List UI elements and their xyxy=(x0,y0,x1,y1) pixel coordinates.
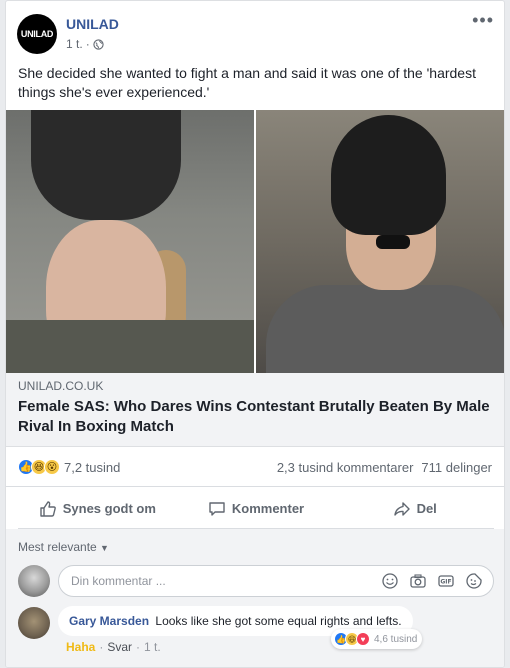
post-meta: 1 t. · xyxy=(66,37,104,51)
comment-reply-link[interactable]: Svar xyxy=(107,640,132,654)
comment-sort-label: Mest relevante xyxy=(18,540,97,554)
post-header: UNILAD UNILAD 1 t. · ••• xyxy=(6,1,504,59)
reaction-count: 7,2 tusind xyxy=(64,459,121,475)
share-button[interactable]: Del xyxy=(335,489,494,528)
comment-input-placeholder: Din kommentar ... xyxy=(71,574,166,588)
headgear-shape xyxy=(331,115,446,235)
share-button-label: Del xyxy=(416,501,437,516)
comment-author-avatar[interactable] xyxy=(18,607,50,639)
photo-woman-headgear xyxy=(254,110,504,373)
comment-icon xyxy=(209,501,225,516)
share-count[interactable]: 711 delinger xyxy=(421,460,492,475)
post-time[interactable]: 1 t. xyxy=(66,37,83,51)
coat-shape xyxy=(6,320,254,373)
link-image[interactable] xyxy=(6,110,504,373)
page-name-link[interactable]: UNILAD xyxy=(66,16,119,32)
page-avatar[interactable]: UNILAD xyxy=(17,14,57,54)
link-domain: UNILAD.CO.UK xyxy=(18,379,104,393)
reactions-summary[interactable]: 👍 😆 😮 7,2 tusind xyxy=(18,459,120,475)
comment-actions: Haha · Svar · 1 t. xyxy=(66,640,161,654)
post-actions: Synes godt om Kommenter Del xyxy=(18,489,494,529)
comment-author[interactable]: Gary Marsden xyxy=(69,614,149,628)
globe-icon xyxy=(93,38,104,50)
comment-count[interactable]: 2,3 tusind kommentarer xyxy=(277,460,414,475)
meta-separator: · xyxy=(85,37,90,51)
love-icon: ♥ xyxy=(356,632,370,646)
comment-reactions[interactable]: 👍 😆 ♥ 4,6 tusind xyxy=(331,629,423,649)
shirt-shape xyxy=(266,285,504,373)
more-options-icon[interactable]: ••• xyxy=(472,11,494,29)
post-stats: 👍 😆 😮 7,2 tusind 2,3 tusind kommentarer … xyxy=(6,449,504,487)
action-separator: · xyxy=(99,640,104,654)
link-preview[interactable]: UNILAD.CO.UK Female SAS: Who Dares Wins … xyxy=(6,373,504,447)
comment-input[interactable]: Din kommentar ... GIF xyxy=(58,565,494,597)
comment-sort-dropdown[interactable]: Mest relevante ▼ xyxy=(18,540,109,554)
beanie-shape xyxy=(31,110,181,220)
current-user-avatar[interactable] xyxy=(18,565,50,597)
comment-button-label: Kommenter xyxy=(231,501,305,516)
mouthguard-shape xyxy=(376,235,410,249)
sticker-icon[interactable] xyxy=(465,572,483,590)
share-icon xyxy=(393,501,410,516)
like-button[interactable]: Synes godt om xyxy=(18,489,177,528)
comments-section: Mest relevante ▼ Din kommentar ... GIF G… xyxy=(6,529,504,667)
comment-input-tools: GIF xyxy=(381,572,483,590)
post-text: She decided she wanted to fight a man an… xyxy=(18,65,476,100)
comment-time[interactable]: 1 t. xyxy=(144,640,161,654)
engagement-counts: 2,3 tusind kommentarer 711 delinger xyxy=(277,460,492,475)
comment-reaction-count: 4,6 tusind xyxy=(374,633,418,645)
page-avatar-logo: UNILAD xyxy=(20,29,54,39)
link-headline[interactable]: Female SAS: Who Dares Wins Contestant Br… xyxy=(18,397,493,437)
comment-button[interactable]: Kommenter xyxy=(177,489,336,528)
gif-icon[interactable]: GIF xyxy=(437,572,455,590)
chevron-down-icon: ▼ xyxy=(100,543,109,553)
comment-my-reaction[interactable]: Haha xyxy=(66,640,95,654)
thumbs-up-icon xyxy=(40,500,56,517)
post-card: UNILAD UNILAD 1 t. · ••• She decided she… xyxy=(5,0,505,668)
svg-text:GIF: GIF xyxy=(440,579,451,586)
photo-woman-beanie xyxy=(6,110,254,373)
wow-icon: 😮 xyxy=(44,459,60,475)
like-button-label: Synes godt om xyxy=(62,501,156,516)
camera-icon[interactable] xyxy=(409,572,427,590)
emoji-icon[interactable] xyxy=(381,572,399,590)
action-separator: · xyxy=(136,640,141,654)
comment-text: Looks like she got some equal rights and… xyxy=(155,614,402,628)
